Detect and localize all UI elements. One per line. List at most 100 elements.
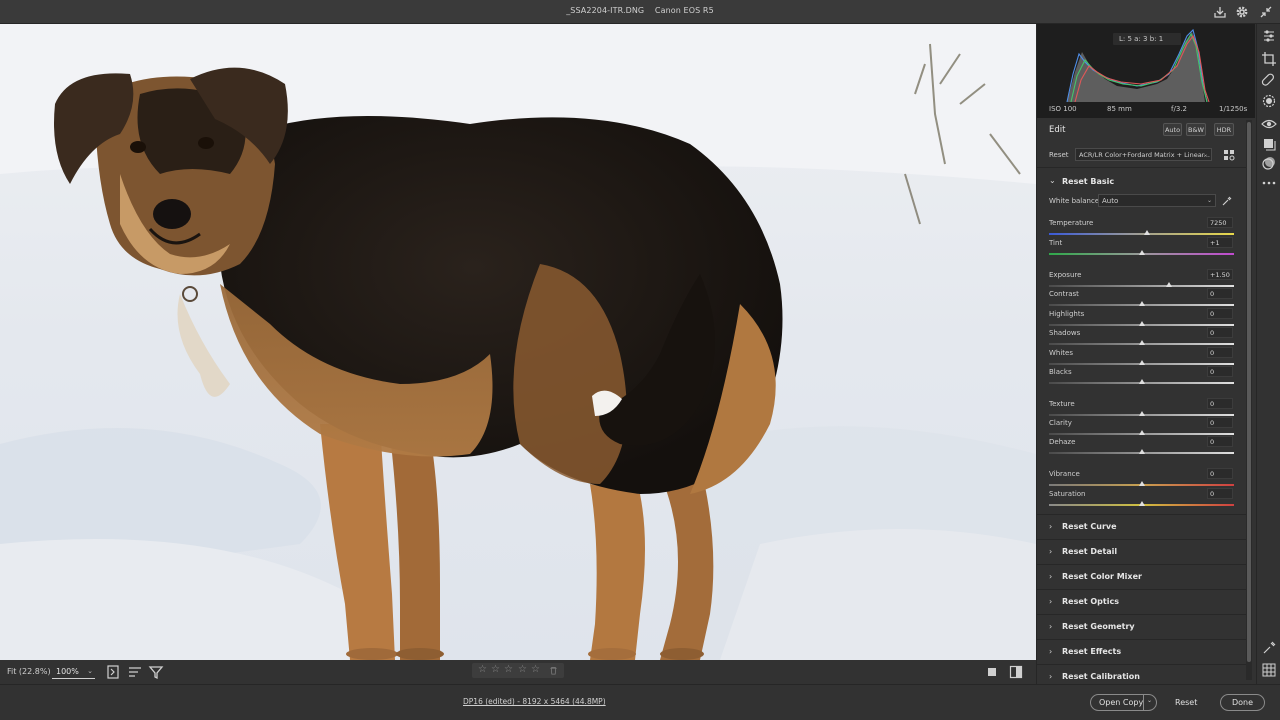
iso-value: ISO 100 (1049, 105, 1077, 113)
slider-thumb[interactable] (1138, 301, 1145, 306)
section-reset-curve[interactable]: › Reset Curve (1037, 514, 1247, 538)
red-eye-icon[interactable] (1261, 116, 1277, 132)
slider-value-input[interactable]: 0 (1207, 468, 1233, 479)
star-icon[interactable]: ☆ (491, 664, 500, 675)
slider-value-input[interactable]: 7250 (1207, 217, 1233, 228)
slider-value-input[interactable]: +1.50 (1207, 269, 1233, 280)
section-reset-color-mixer[interactable]: › Reset Color Mixer (1037, 564, 1247, 588)
slider-value-input[interactable]: 0 (1207, 327, 1233, 338)
slider-track[interactable] (1049, 233, 1234, 235)
snapshots-icon[interactable] (1261, 136, 1277, 152)
slider-label: Tint (1049, 239, 1063, 247)
exit-fullscreen-icon[interactable] (1258, 4, 1274, 20)
slider-thumb[interactable] (1138, 379, 1145, 384)
open-copy-button[interactable]: Open Copy ⌄ (1090, 694, 1157, 711)
slider-label: Dehaze (1049, 438, 1076, 446)
basic-section-header[interactable]: ⌄ Reset Basic (1037, 172, 1247, 190)
slider-value-input[interactable]: 0 (1207, 288, 1233, 299)
star-icon[interactable]: ☆ (504, 664, 513, 675)
slider-vibrance[interactable]: Vibrance 0 (1037, 468, 1247, 490)
star-icon[interactable]: ☆ (518, 664, 527, 675)
slider-dehaze[interactable]: Dehaze 0 (1037, 436, 1247, 458)
slider-value-input[interactable]: 0 (1207, 347, 1233, 358)
color-sampler-icon[interactable] (1261, 640, 1277, 656)
slider-thumb[interactable] (1166, 282, 1173, 287)
slider-value-input[interactable]: 0 (1207, 488, 1233, 499)
star-rating[interactable]: ☆ ☆ ☆ ☆ ☆ (472, 663, 564, 678)
slider-temperature[interactable]: Temperature 7250 (1037, 217, 1247, 239)
trash-icon[interactable] (549, 666, 558, 675)
zoom-level-select[interactable]: 100% ⌄ (52, 664, 95, 679)
slider-thumb[interactable] (1138, 430, 1145, 435)
section-title: Reset Effects (1062, 647, 1122, 656)
profile-browser-icon[interactable] (1223, 149, 1235, 161)
section-reset-geometry[interactable]: › Reset Geometry (1037, 614, 1247, 638)
presets-icon[interactable] (1261, 155, 1277, 171)
section-title: Reset Curve (1062, 522, 1117, 531)
slider-label: Temperature (1049, 219, 1094, 227)
star-icon[interactable]: ☆ (531, 664, 540, 675)
section-reset-detail[interactable]: › Reset Detail (1037, 539, 1247, 563)
section-reset-optics[interactable]: › Reset Optics (1037, 589, 1247, 613)
workflow-options-link[interactable]: DP16 (edited) - 8192 x 5464 (44.8MP) (463, 697, 606, 706)
tool-rail (1256, 24, 1280, 684)
chevron-right-icon: › (1049, 547, 1053, 556)
profile-select[interactable]: ACR/LR Color+Fordard Matrix + Linear... … (1075, 148, 1212, 161)
slider-thumb[interactable] (1138, 501, 1145, 506)
eyedropper-icon[interactable] (1221, 195, 1233, 207)
filmstrip-toggle-icon[interactable] (105, 664, 121, 680)
slider-thumb[interactable] (1138, 360, 1145, 365)
edit-title: Edit (1049, 125, 1066, 135)
edit-sliders-icon[interactable] (1261, 28, 1277, 44)
slider-value-input[interactable]: 0 (1207, 398, 1233, 409)
hdr-button[interactable]: HDR (1214, 123, 1234, 136)
slider-track[interactable] (1049, 285, 1234, 287)
slider-saturation[interactable]: Saturation 0 (1037, 488, 1247, 510)
slider-thumb[interactable] (1138, 321, 1145, 326)
mask-icon[interactable] (1261, 93, 1277, 109)
section-reset-calibration[interactable]: › Reset Calibration (1037, 664, 1247, 688)
slider-tint[interactable]: Tint +1 (1037, 237, 1247, 259)
single-view-icon[interactable] (984, 664, 1000, 680)
slider-blacks[interactable]: Blacks 0 (1037, 366, 1247, 388)
healing-icon[interactable] (1261, 72, 1277, 88)
filter-icon[interactable] (148, 664, 164, 680)
slider-shadows[interactable]: Shadows 0 (1037, 327, 1247, 349)
done-button[interactable]: Done (1220, 694, 1265, 711)
reset-button[interactable]: Reset (1175, 698, 1197, 707)
save-icon[interactable] (1212, 4, 1228, 20)
slider-thumb[interactable] (1138, 449, 1145, 454)
panel-scrollbar-thumb[interactable] (1247, 122, 1251, 662)
auto-button[interactable]: Auto (1163, 123, 1182, 136)
chevron-right-icon: › (1049, 647, 1053, 656)
photo-preview[interactable] (0, 24, 1036, 660)
slider-label: Clarity (1049, 419, 1072, 427)
slider-thumb[interactable] (1138, 340, 1145, 345)
grid-icon[interactable] (1261, 662, 1277, 678)
slider-thumb[interactable] (1138, 411, 1145, 416)
sort-icon[interactable] (127, 664, 143, 680)
slider-value-input[interactable]: 0 (1207, 436, 1233, 447)
slider-value-input[interactable]: +1 (1207, 237, 1233, 248)
slider-value-input[interactable]: 0 (1207, 417, 1233, 428)
slider-value-input[interactable]: 0 (1207, 366, 1233, 377)
bw-button[interactable]: B&W (1186, 123, 1206, 136)
gear-icon[interactable] (1234, 4, 1250, 20)
profile-label[interactable]: Reset (1049, 151, 1069, 159)
more-icon[interactable] (1261, 175, 1277, 191)
white-balance-select[interactable]: Auto ⌄ (1098, 194, 1216, 207)
lab-readout: L: 5 a: 3 b: 1 (1113, 33, 1181, 45)
zoom-fit-label[interactable]: Fit (22.8%) (7, 667, 51, 676)
slider-contrast[interactable]: Contrast 0 (1037, 288, 1247, 310)
star-icon[interactable]: ☆ (478, 664, 487, 675)
white-balance-row: White balance Auto ⌄ (1037, 193, 1247, 209)
slider-thumb[interactable] (1138, 250, 1145, 255)
crop-icon[interactable] (1261, 51, 1277, 67)
slider-thumb[interactable] (1144, 230, 1151, 235)
before-after-icon[interactable] (1008, 664, 1024, 680)
chevron-down-icon[interactable]: ⌄ (1147, 697, 1152, 704)
slider-value-input[interactable]: 0 (1207, 308, 1233, 319)
profile-value: ACR/LR Color+Fordard Matrix + Linear... (1079, 151, 1210, 159)
section-reset-effects[interactable]: › Reset Effects (1037, 639, 1247, 663)
slider-thumb[interactable] (1138, 481, 1145, 486)
